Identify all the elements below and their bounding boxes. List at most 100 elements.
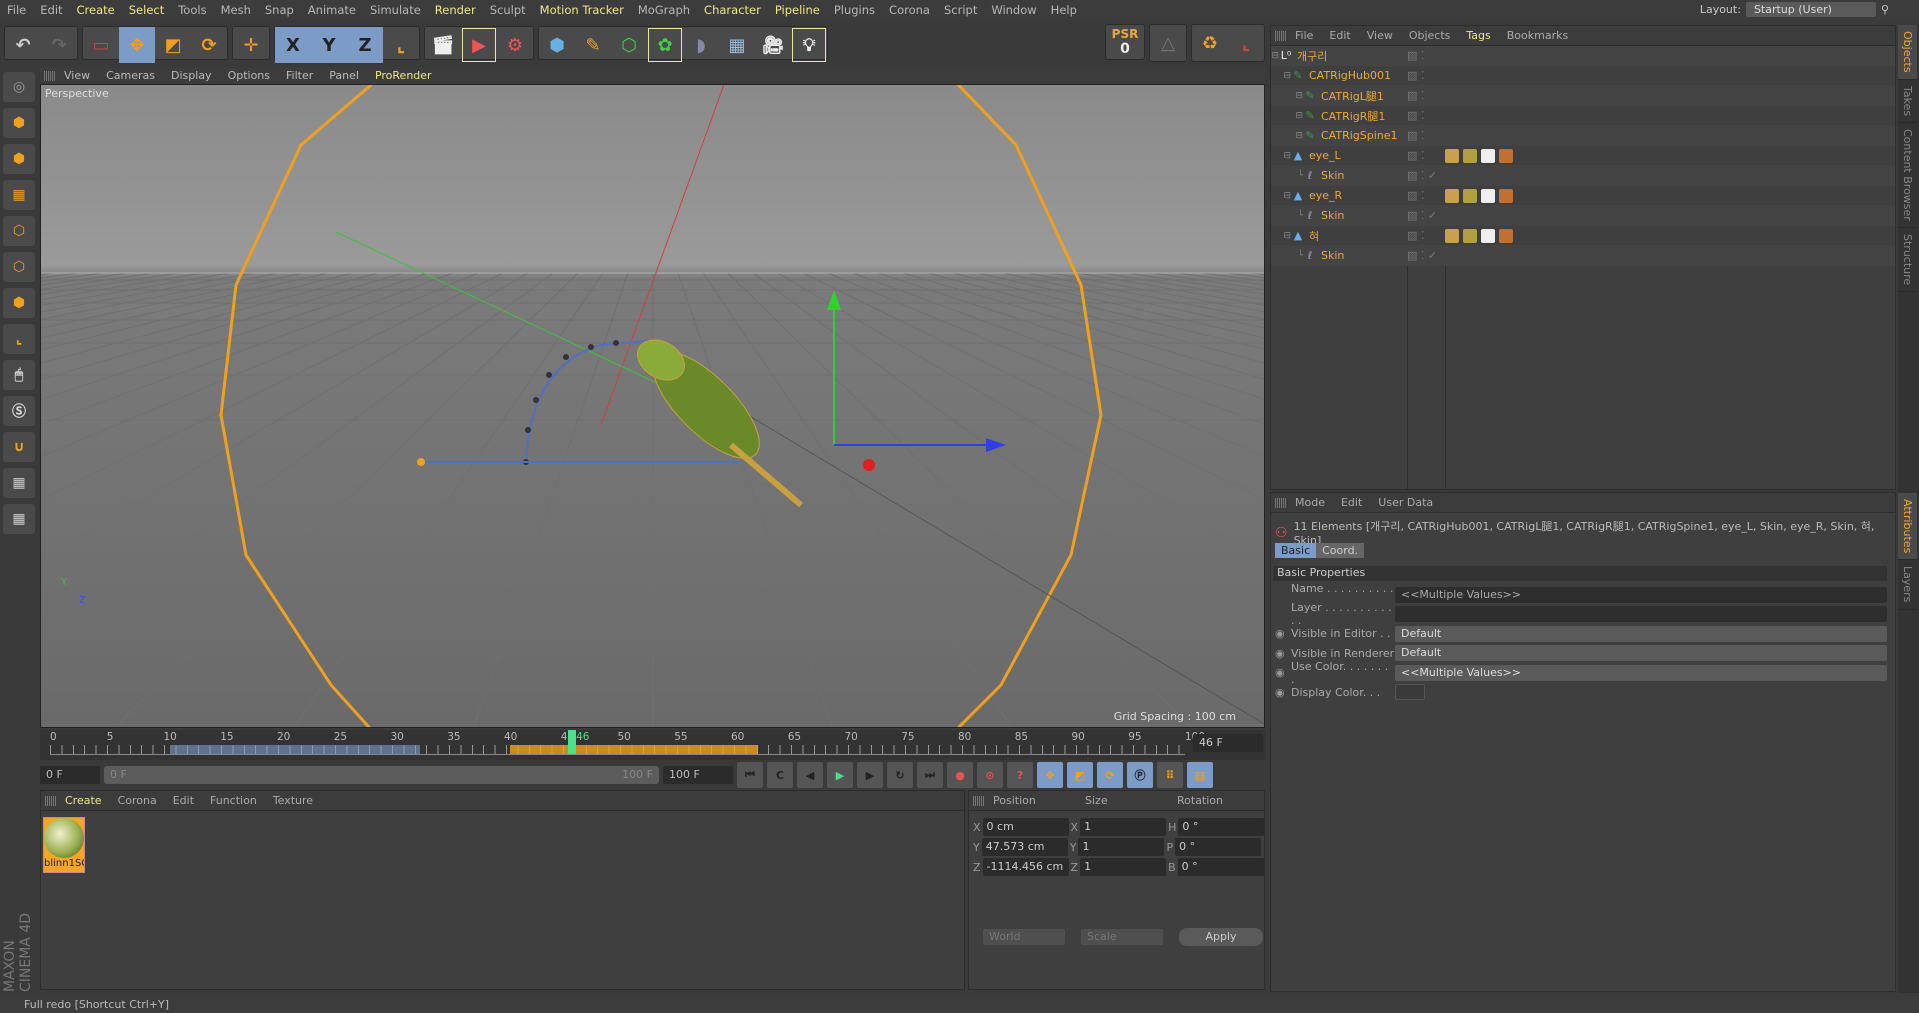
layout-selector[interactable]: Layout: Startup (User) ⚲ <box>1700 2 1889 17</box>
attributes-menu-user-data[interactable]: User Data <box>1370 496 1441 509</box>
snapping-magnet-icon[interactable]: ∪ <box>3 432 35 462</box>
size-x-field[interactable]: 1 <box>1080 818 1167 836</box>
tree-toggle-icon[interactable]: └ <box>1271 251 1303 261</box>
rotation-p-field[interactable]: 0 ° <box>1175 838 1262 856</box>
object-row[interactable]: └ ℓ Skin ▨ ⁚ ✓ <box>1271 166 1895 186</box>
apply-button[interactable]: Apply <box>1179 928 1263 946</box>
menu-script[interactable]: Script <box>937 3 984 17</box>
recycle-icon[interactable]: ♻ <box>1192 25 1228 61</box>
menu-snap[interactable]: Snap <box>258 3 301 17</box>
uvw-tag-icon[interactable] <box>1481 228 1495 243</box>
material-menu-corona[interactable]: Corona <box>110 794 165 807</box>
timeline[interactable]: 0510152025303540454650556065707580859095… <box>40 730 1265 760</box>
material-menu-create[interactable]: Create <box>57 794 110 807</box>
points-mode-icon[interactable]: ⬡ <box>3 216 35 246</box>
object-name[interactable]: 혀 <box>1309 228 1319 244</box>
object-row[interactable]: └ ℓ Skin ▨ ⁚ ✓ <box>1271 246 1895 266</box>
object-name[interactable]: Skin <box>1321 249 1344 262</box>
timeline-window-icon[interactable]: ▤ <box>1187 762 1213 788</box>
viewport-menu-filter[interactable]: Filter <box>278 69 321 82</box>
menu-select[interactable]: Select <box>122 3 171 17</box>
object-row[interactable]: ⊟ ✎ CATRigL腿1 ▨ ⁚ <box>1271 86 1895 106</box>
lock-workplane-icon[interactable]: ▦ <box>3 468 35 498</box>
side-tab-layers[interactable]: Layers <box>1898 560 1917 610</box>
texture-tag-icon[interactable] <box>1445 228 1459 243</box>
camera-icon[interactable]: 🎥︎ <box>755 27 791 63</box>
axis-icon[interactable]: ⌞ <box>1228 25 1264 61</box>
texture-tag-icon[interactable] <box>1445 148 1459 163</box>
menu-character[interactable]: Character <box>697 3 768 17</box>
visibility-flags-icon[interactable]: ▨ ⁚ ✓ <box>1407 249 1437 262</box>
side-tab-attributes[interactable]: Attributes <box>1898 493 1917 561</box>
key-pla-icon[interactable]: ⠿ <box>1157 762 1183 788</box>
redo-icon[interactable]: ↷ <box>41 27 77 63</box>
radio-icon[interactable]: ◉ <box>1275 666 1285 679</box>
attribute-value[interactable] <box>1395 684 1425 700</box>
search-icon[interactable]: ⚲ <box>1881 3 1889 16</box>
object-row[interactable]: ⊟ ✎ CATRigSpine1 ▨ ⁚ <box>1271 126 1895 146</box>
menu-pipeline[interactable]: Pipeline <box>768 3 827 17</box>
radio-icon[interactable]: ◉ <box>1275 686 1285 699</box>
snap-icon[interactable]: △ <box>1150 25 1186 61</box>
move-icon[interactable]: ✥ <box>119 27 155 63</box>
coordinate-system-icon[interactable]: ⌞ <box>383 27 419 63</box>
menu-mograph[interactable]: MoGraph <box>631 3 697 17</box>
tab-basic[interactable]: Basic <box>1275 543 1317 558</box>
menu-create[interactable]: Create <box>70 3 122 17</box>
object-row[interactable]: └ ℓ Skin ▨ ⁚ ✓ <box>1271 206 1895 226</box>
tree-toggle-icon[interactable]: ⊟ <box>1271 51 1279 61</box>
cloner-icon[interactable]: ✿ <box>647 27 683 63</box>
viewport-scene[interactable]: Y Z <box>41 85 1265 728</box>
side-tab-content-browser[interactable]: Content Browser <box>1898 123 1917 228</box>
material-tag-icon[interactable] <box>1463 188 1477 203</box>
keyframe-selection-icon[interactable]: ? <box>1007 762 1033 788</box>
tree-toggle-icon[interactable]: └ <box>1271 171 1303 181</box>
z-axis-lock-button[interactable]: Z <box>347 27 383 63</box>
tree-toggle-icon[interactable]: ⊟ <box>1271 191 1291 201</box>
material-menu-texture[interactable]: Texture <box>265 794 321 807</box>
object-name[interactable]: Skin <box>1321 169 1344 182</box>
object-row[interactable]: ⊟ L⁰ 개구리 ▨ ⁚ <box>1271 46 1895 66</box>
texture-tag-icon[interactable] <box>1445 188 1459 203</box>
tree-toggle-icon[interactable]: ⊟ <box>1271 151 1291 161</box>
viewport-menu-options[interactable]: Options <box>220 69 278 82</box>
visibility-flags-icon[interactable]: ▨ ⁚ <box>1407 129 1424 142</box>
visibility-flags-icon[interactable]: ▨ ⁚ ✓ <box>1407 169 1437 182</box>
material-blinn1SG[interactable]: blinn1SG <box>43 817 85 873</box>
frame-range-slider[interactable]: 0 F 100 F <box>104 766 659 784</box>
attribute-value[interactable]: Default <box>1395 625 1887 642</box>
grip-icon[interactable] <box>1275 30 1287 41</box>
grip-icon[interactable] <box>1275 497 1287 508</box>
side-tab-takes[interactable]: Takes <box>1898 80 1917 123</box>
object-name[interactable]: eye_L <box>1309 149 1341 162</box>
grip-icon[interactable] <box>45 795 57 806</box>
live-selection-icon[interactable]: ▭ <box>83 27 119 63</box>
tweak-icon[interactable]: 🖱︎ <box>3 360 35 390</box>
attributes-menu-edit[interactable]: Edit <box>1333 496 1370 509</box>
side-tab-objects[interactable]: Objects <box>1898 25 1917 80</box>
visibility-flags-icon[interactable]: ▨ ⁚ ✓ <box>1407 209 1437 222</box>
attributes-menu-mode[interactable]: Mode <box>1287 496 1333 509</box>
tree-toggle-icon[interactable]: ⊟ <box>1271 71 1291 81</box>
object-menu-bookmarks[interactable]: Bookmarks <box>1499 29 1576 42</box>
visibility-flags-icon[interactable]: ▨ ⁚ <box>1407 149 1424 162</box>
menu-mesh[interactable]: Mesh <box>214 3 258 17</box>
x-axis-lock-button[interactable]: X <box>275 27 311 63</box>
radio-icon[interactable]: ◉ <box>1275 647 1285 660</box>
visibility-flags-icon[interactable]: ▨ ⁚ <box>1407 109 1424 122</box>
visibility-flags-icon[interactable]: ▨ ⁚ <box>1407 49 1424 62</box>
visibility-flags-icon[interactable]: ▨ ⁚ <box>1407 189 1424 202</box>
light-icon[interactable]: 💡︎ <box>791 27 827 63</box>
go-to-end-icon[interactable]: ⏭ <box>917 762 943 788</box>
visibility-flags-icon[interactable]: ▨ ⁚ <box>1407 229 1424 242</box>
make-editable-icon[interactable]: ◎ <box>3 72 35 102</box>
tree-toggle-icon[interactable]: ⊟ <box>1271 91 1303 101</box>
rotation-h-field[interactable]: 0 ° <box>1178 818 1265 836</box>
autokey-icon[interactable]: ⊙ <box>977 762 1003 788</box>
menu-help[interactable]: Help <box>1044 3 1084 17</box>
subdivision-icon[interactable]: ⬡ <box>611 27 647 63</box>
viewport-menu-panel[interactable]: Panel <box>321 69 367 82</box>
position-z-field[interactable]: -1114.456 cm <box>982 858 1069 876</box>
y-axis-lock-button[interactable]: Y <box>311 27 347 63</box>
menu-sculpt[interactable]: Sculpt <box>483 3 533 17</box>
